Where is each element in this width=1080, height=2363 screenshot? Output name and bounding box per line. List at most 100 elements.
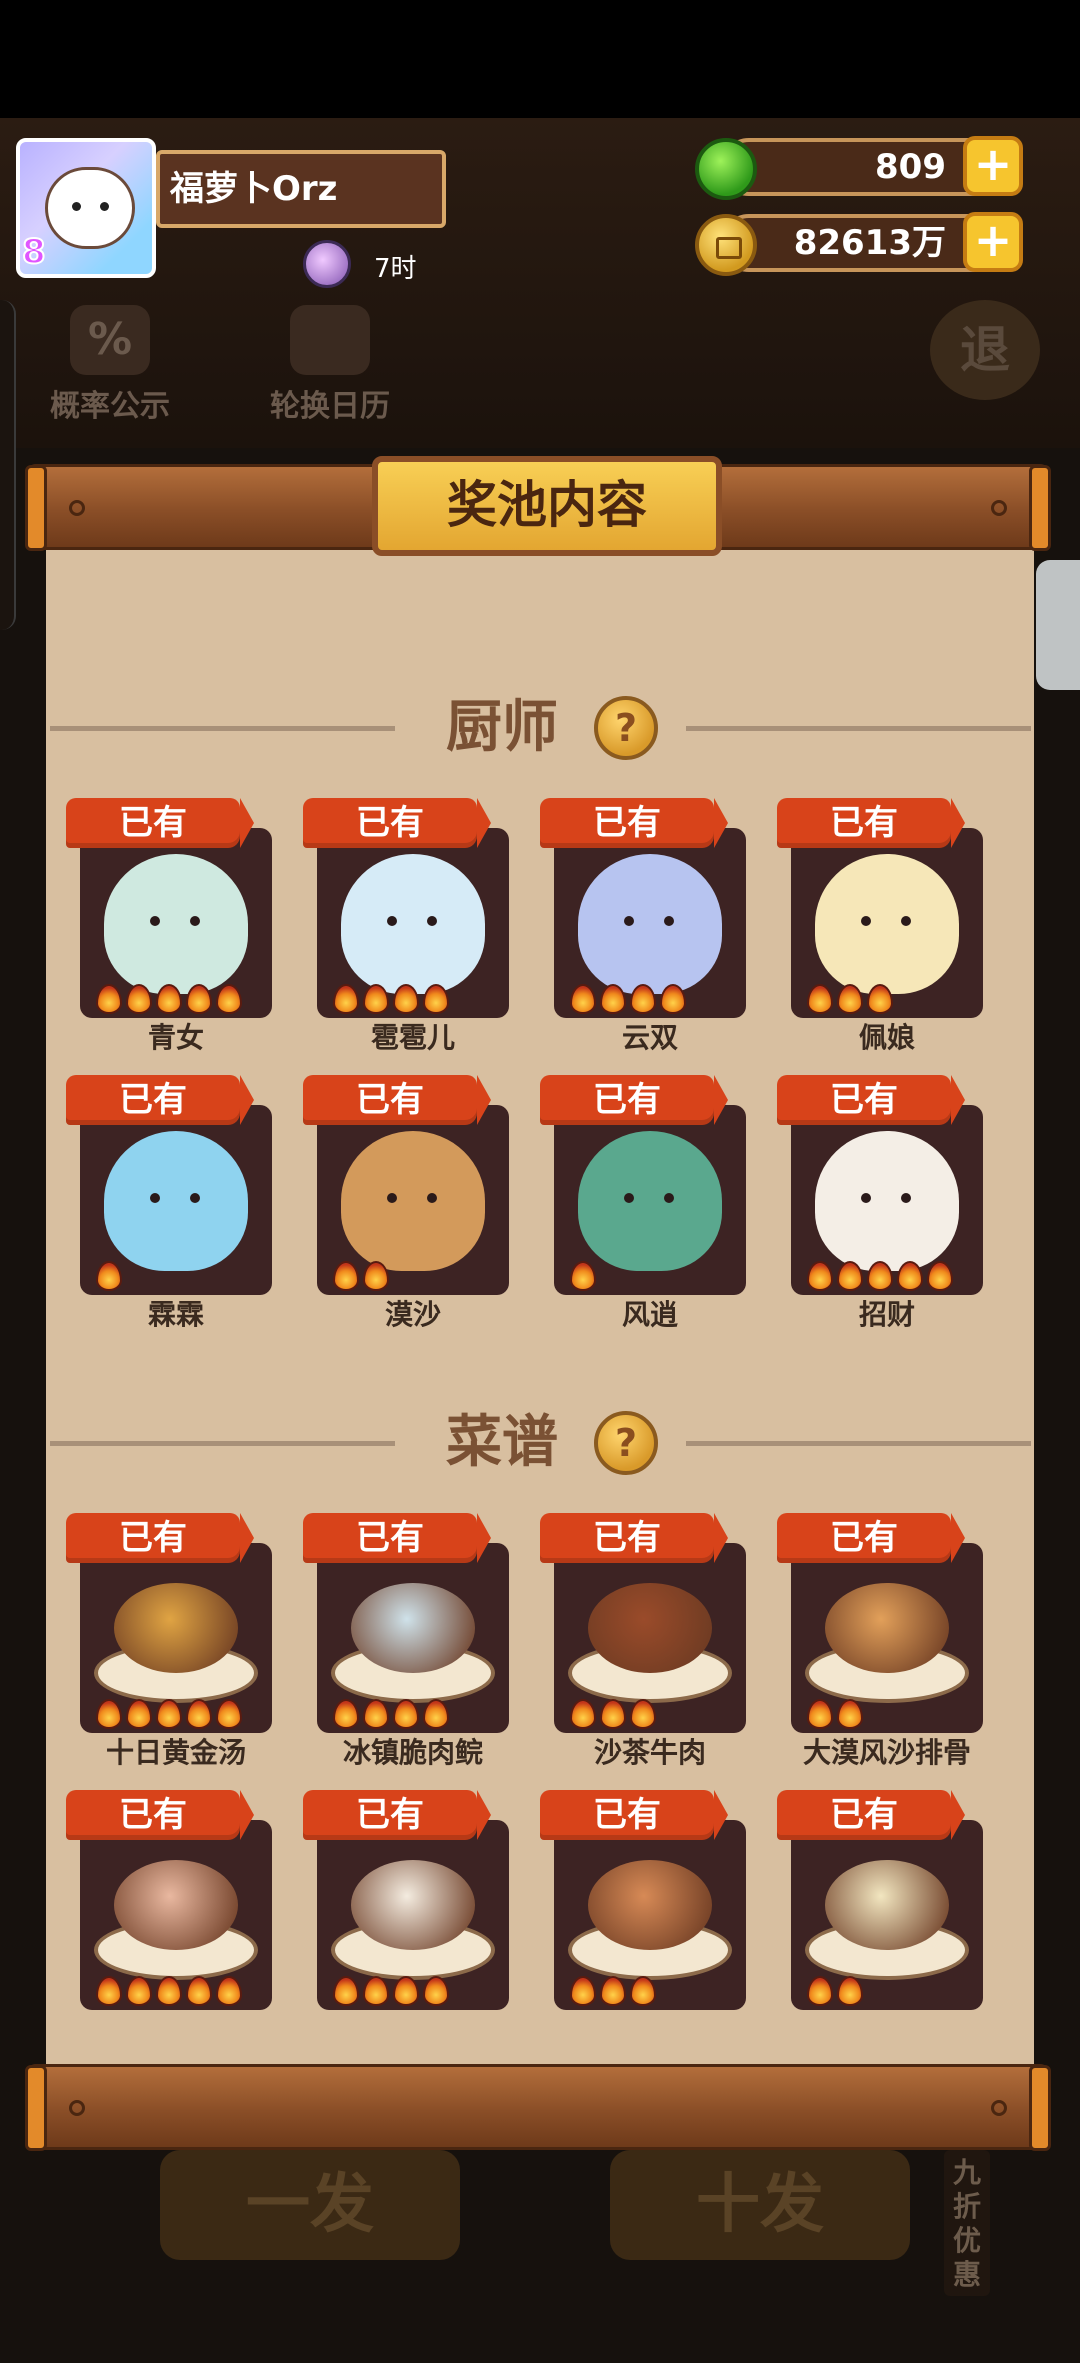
recipe-card[interactable]: 已有 沙茶牛肉 bbox=[540, 1513, 746, 1773]
flame-star-icon bbox=[570, 1976, 596, 2006]
flame-star-icon bbox=[186, 1699, 212, 1729]
add-gems-button[interactable]: + bbox=[963, 136, 1023, 196]
help-icon[interactable]: ? bbox=[594, 696, 658, 760]
divider bbox=[686, 726, 1031, 731]
status-bar bbox=[0, 0, 1080, 121]
recipe-card[interactable]: 已有 bbox=[66, 1790, 272, 2050]
item-tile bbox=[317, 1543, 509, 1733]
item-name: 霖霖 bbox=[147, 1298, 204, 1331]
exit-button[interactable]: 退 bbox=[930, 300, 1040, 400]
flame-star-icon bbox=[867, 1261, 893, 1291]
probability-label: 概率公示 bbox=[50, 389, 170, 424]
chef-card[interactable]: 已有 霖霖 bbox=[66, 1075, 272, 1335]
rarity-flames bbox=[570, 1261, 596, 1293]
dish-image bbox=[114, 1583, 238, 1673]
flame-star-icon bbox=[570, 984, 596, 1014]
rarity-flames bbox=[807, 1699, 863, 1731]
dish-image bbox=[588, 1583, 712, 1673]
chef-card[interactable]: 已有 漠沙 bbox=[303, 1075, 509, 1335]
chef-card[interactable]: 已有 风逍 bbox=[540, 1075, 746, 1335]
flame-star-icon bbox=[927, 1261, 953, 1291]
rarity-flames bbox=[333, 1261, 389, 1293]
flame-star-icon bbox=[363, 1261, 389, 1291]
help-icon[interactable]: ? bbox=[594, 1411, 658, 1475]
chef-portrait bbox=[341, 854, 485, 994]
flame-star-icon bbox=[600, 1976, 626, 2006]
add-coins-button[interactable]: + bbox=[963, 212, 1023, 272]
rarity-flames bbox=[570, 1976, 656, 2008]
recipe-card[interactable]: 已有 bbox=[303, 1790, 509, 2050]
flame-star-icon bbox=[186, 984, 212, 1014]
item-name: 云双 bbox=[621, 1021, 678, 1054]
flame-star-icon bbox=[630, 1976, 656, 2006]
item-name: 大漠风沙排骨 bbox=[802, 1736, 971, 1769]
single-draw-button[interactable]: 一发 bbox=[160, 2150, 460, 2260]
recipe-card[interactable]: 已有 bbox=[777, 1790, 983, 2050]
flame-star-icon bbox=[600, 984, 626, 1014]
section-header: 厨师? bbox=[46, 688, 1034, 768]
item-tile bbox=[317, 1820, 509, 2010]
chef-card[interactable]: 已有 佩娘 bbox=[777, 798, 983, 1058]
chef-portrait bbox=[578, 854, 722, 994]
rarity-flames bbox=[807, 1261, 953, 1293]
flame-star-icon bbox=[630, 984, 656, 1014]
probability-button[interactable]: % 概率公示 bbox=[30, 305, 190, 425]
item-tile bbox=[317, 1105, 509, 1295]
flame-star-icon bbox=[393, 984, 419, 1014]
avatar-level-badge: 8 bbox=[21, 231, 47, 273]
flame-star-icon bbox=[807, 1699, 833, 1729]
flame-star-icon bbox=[363, 1699, 389, 1729]
rod-cap-right bbox=[1029, 2065, 1051, 2151]
chef-card[interactable]: 已有 云双 bbox=[540, 798, 746, 1058]
owned-badge: 已有 bbox=[303, 1513, 491, 1563]
side-pull-tab[interactable] bbox=[1036, 560, 1080, 690]
dish-image bbox=[825, 1583, 949, 1673]
owned-badge: 已有 bbox=[66, 1513, 254, 1563]
calendar-icon bbox=[290, 305, 370, 375]
rotation-calendar-button[interactable]: 轮换日历 bbox=[250, 305, 410, 425]
rarity-flames bbox=[333, 1699, 449, 1731]
dish-image bbox=[825, 1860, 949, 1950]
recipe-card[interactable]: 已有冰镇脆肉鲩 bbox=[303, 1513, 509, 1773]
flame-star-icon bbox=[216, 1699, 242, 1729]
chef-card[interactable]: 已有 雹雹儿 bbox=[303, 798, 509, 1058]
recipe-card[interactable]: 已有 大漠风沙排骨 bbox=[777, 1513, 983, 1773]
flame-star-icon bbox=[393, 1976, 419, 2006]
item-name: 沙茶牛肉 bbox=[593, 1736, 706, 1769]
flame-star-icon bbox=[807, 1261, 833, 1291]
panel-title: 奖池内容 bbox=[372, 456, 722, 556]
rivet-icon bbox=[69, 500, 85, 516]
chef-card[interactable]: 已有青女 bbox=[66, 798, 272, 1058]
coin-icon bbox=[695, 214, 757, 276]
owned-badge: 已有 bbox=[66, 798, 254, 848]
avatar-face-icon bbox=[45, 167, 135, 249]
flame-star-icon bbox=[807, 1976, 833, 2006]
owned-badge: 已有 bbox=[66, 1790, 254, 1840]
item-name: 十日黄金汤 bbox=[105, 1736, 246, 1769]
rarity-flames bbox=[807, 1976, 863, 2008]
flame-star-icon bbox=[156, 1699, 182, 1729]
flame-star-icon bbox=[333, 1976, 359, 2006]
item-name: 冰镇脆肉鲩 bbox=[342, 1736, 483, 1769]
rivet-icon bbox=[991, 500, 1007, 516]
owned-badge: 已有 bbox=[303, 798, 491, 848]
item-tile bbox=[554, 1105, 746, 1295]
player-avatar[interactable]: 8 bbox=[16, 138, 156, 278]
item-name: 青女 bbox=[147, 1021, 204, 1054]
dish-image bbox=[351, 1583, 475, 1673]
recipe-card[interactable]: 已有十日黄金汤 bbox=[66, 1513, 272, 1773]
flame-star-icon bbox=[897, 1261, 923, 1291]
dish-image bbox=[351, 1860, 475, 1950]
chef-card[interactable]: 已有 招财 bbox=[777, 1075, 983, 1335]
ten-draw-button[interactable]: 十发 bbox=[610, 2150, 910, 2260]
owned-badge: 已有 bbox=[777, 798, 965, 848]
chef-portrait bbox=[104, 1131, 248, 1271]
flame-star-icon bbox=[126, 1699, 152, 1729]
flame-star-icon bbox=[216, 984, 242, 1014]
item-tile bbox=[791, 828, 983, 1018]
recipe-card[interactable]: 已有 bbox=[540, 1790, 746, 2050]
item-tile bbox=[554, 1543, 746, 1733]
flame-star-icon bbox=[837, 1976, 863, 2006]
flame-star-icon bbox=[126, 984, 152, 1014]
flame-star-icon bbox=[837, 1261, 863, 1291]
